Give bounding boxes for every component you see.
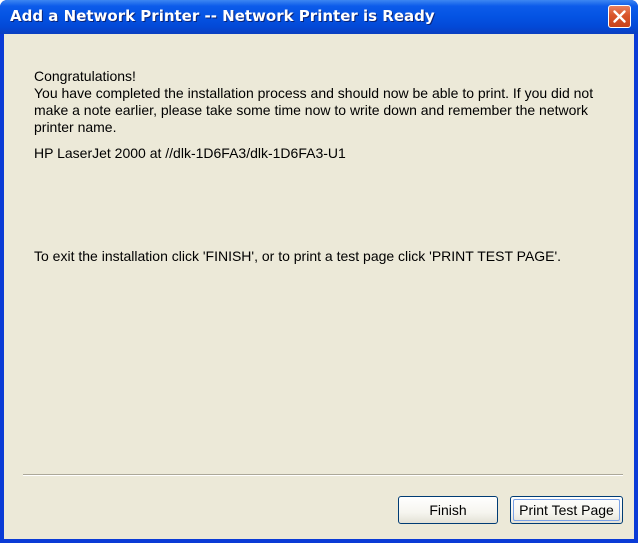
window-bottom-border (0, 539, 638, 543)
close-icon (613, 10, 626, 23)
finish-button[interactable]: Finish (398, 496, 498, 524)
dialog-body: Congratulations! You have completed the … (4, 34, 634, 539)
exit-instructions: To exit the installation click 'FINISH',… (34, 248, 562, 264)
close-button[interactable] (608, 5, 631, 28)
separator-line (23, 474, 623, 476)
title-bar[interactable]: Add a Network Printer -- Network Printer… (0, 0, 638, 34)
completion-message: You have completed the installation proc… (34, 85, 594, 135)
print-test-page-button[interactable]: Print Test Page (510, 496, 623, 524)
print-test-page-label: Print Test Page (519, 502, 614, 518)
window-title: Add a Network Printer -- Network Printer… (10, 7, 435, 25)
congratulations-heading: Congratulations! (34, 68, 136, 84)
dialog-window: Add a Network Printer -- Network Printer… (0, 0, 638, 543)
printer-name: HP LaserJet 2000 at //dlk-1D6FA3/dlk-1D6… (34, 145, 346, 161)
